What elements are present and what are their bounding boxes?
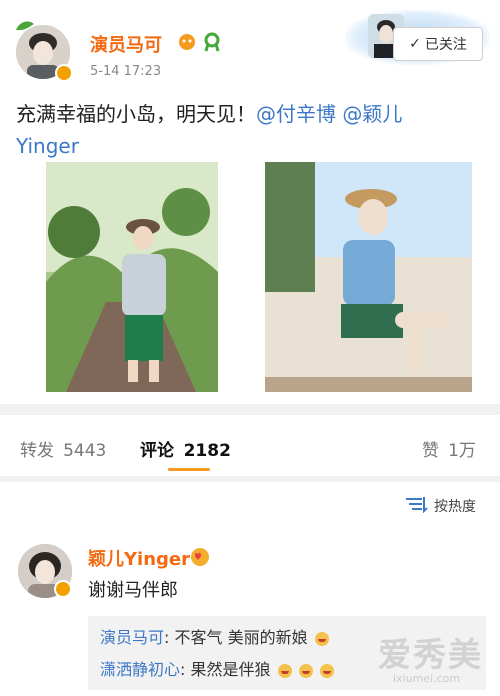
sort-by-heat-control[interactable]: 按热度	[404, 495, 476, 517]
tab-comments-label: 评论	[140, 441, 174, 461]
reply-item-2: 潇洒静初心: 果然是伴狼	[100, 656, 334, 680]
watermark-text-large: 爱秀美	[378, 635, 483, 674]
reply-2-text: 果然是伴狼	[190, 660, 271, 679]
reply-2-colon: :	[180, 660, 191, 679]
section-divider-middle	[0, 476, 500, 482]
watermark-text-small: ixiumei.com	[393, 672, 461, 685]
ribbon-badge-icon	[202, 32, 222, 56]
reply-item-1: 演员马可: 不客气 美丽的新娘	[100, 624, 329, 648]
tongue-emoji-icon	[314, 631, 329, 646]
mention-link-1[interactable]: @付辛博	[256, 102, 336, 126]
tab-likes-count: 1万	[448, 441, 476, 461]
post-text: 充满幸福的小岛，明天见！@付辛博 @颖儿 Yinger	[16, 98, 486, 162]
checkmark-icon: ✓	[409, 36, 421, 52]
tab-comments-count: 2182	[183, 441, 231, 461]
laugh-emoji-icon-1	[277, 663, 292, 678]
laugh-emoji-icon-2	[298, 663, 313, 678]
followed-button[interactable]: ✓ 已关注	[393, 27, 483, 61]
post-timestamp: 5-14 17:23	[90, 64, 162, 79]
laugh-emoji-icon-3	[319, 663, 334, 678]
verified-badge-icon	[55, 64, 73, 82]
vip-badge-icon	[178, 33, 200, 55]
post-text-main: 充满幸福的小岛，明天见！	[16, 102, 256, 126]
followed-button-label: 已关注	[424, 37, 467, 53]
tab-reposts-label: 转发	[20, 441, 54, 461]
mention-link-2-continued[interactable]: Yinger	[16, 134, 79, 158]
author-name[interactable]: 演员马可	[90, 31, 162, 57]
reply-1-name[interactable]: 演员马可	[100, 628, 164, 647]
tab-comments[interactable]: 评论 2182	[140, 436, 231, 461]
sort-by-heat-label: 按热度	[434, 499, 476, 515]
comment-text: 谢谢马伴郎	[88, 580, 178, 601]
reply-1-colon: :	[164, 628, 175, 647]
avatar-leaf-decoration	[14, 18, 36, 34]
post-photo-1[interactable]	[46, 162, 218, 392]
stats-tabs: 转发 5443 评论 2182 赞 1万	[0, 430, 500, 471]
tab-likes[interactable]: 赞 1万	[422, 436, 476, 461]
sort-icon	[404, 495, 428, 517]
comment-verified-badge-icon	[54, 580, 72, 598]
section-divider-top	[0, 404, 500, 415]
tab-reposts-count: 5443	[63, 441, 107, 461]
comment-author-name[interactable]: 颖儿Yinger	[88, 545, 190, 571]
tab-likes-label: 赞	[422, 441, 439, 461]
reply-2-name[interactable]: 潇洒静初心	[100, 660, 180, 679]
reply-1-text: 不客气 美丽的新娘	[174, 628, 308, 647]
active-tab-underline	[168, 468, 210, 471]
tab-reposts[interactable]: 转发 5443	[20, 436, 106, 461]
mention-link-2[interactable]: @颖儿	[342, 102, 402, 126]
post-photo-2[interactable]	[265, 162, 472, 392]
comment-heart-emoji-icon	[190, 547, 210, 571]
